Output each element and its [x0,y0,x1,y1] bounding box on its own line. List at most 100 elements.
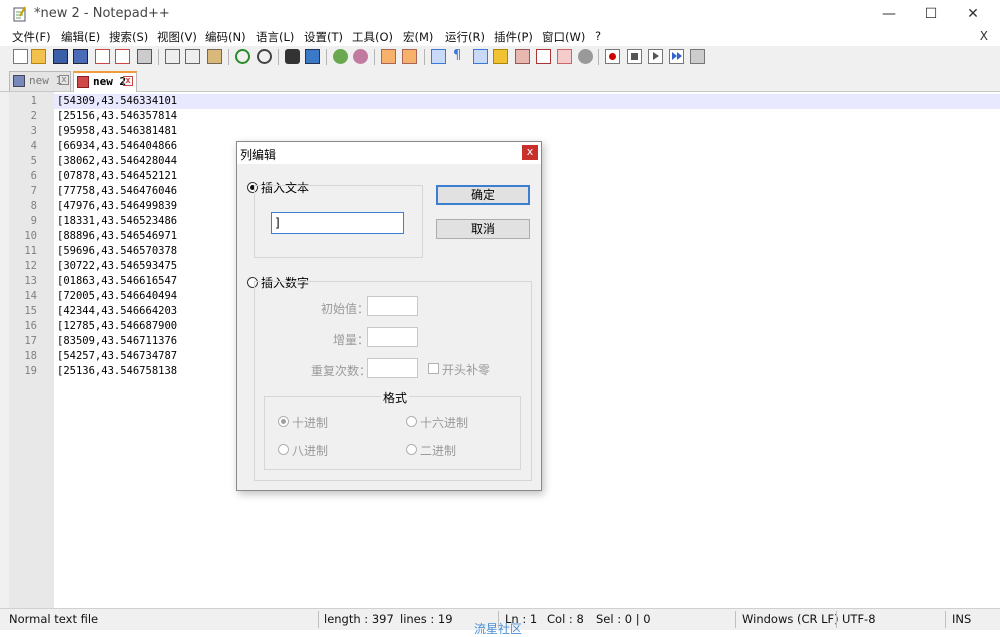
zoom-out-icon[interactable] [353,49,368,64]
line-number: 11 [24,245,37,257]
toolbar-separator [374,49,375,65]
dialog-close-button[interactable]: x [522,145,538,160]
menu-macro[interactable]: 宏(M) [403,29,433,45]
menu-plugins[interactable]: 插件(P) [494,29,533,45]
code-line[interactable]: [72005,43.546640494 [57,289,177,304]
line-number: 10 [24,230,37,242]
monitor-icon[interactable] [578,49,593,64]
tab-close-icon[interactable]: x [123,76,133,86]
code-line[interactable]: [95958,43.546381481 [57,124,177,139]
binary-radio[interactable] [406,444,417,455]
find-icon[interactable] [285,49,300,64]
folder-workspace-icon[interactable] [557,49,572,64]
record-macro-icon[interactable] [605,49,620,64]
cancel-button[interactable]: 取消 [436,219,530,239]
code-line[interactable]: [30722,43.546593475 [57,259,177,274]
code-line[interactable]: [01863,43.546616547 [57,274,177,289]
play-macro-icon[interactable] [648,49,663,64]
menu-run[interactable]: 运行(R) [445,29,485,45]
code-line[interactable]: [47976,43.546499839 [57,199,177,214]
code-line[interactable]: [83509,43.546711376 [57,334,177,349]
close-document-button[interactable]: X [980,29,988,43]
new-file-icon[interactable] [13,49,28,64]
stop-record-icon[interactable] [627,49,642,64]
leading-zero-checkbox[interactable] [428,363,439,374]
maximize-button[interactable]: ☐ [909,0,953,28]
menu-search[interactable]: 搜索(S) [109,29,148,45]
menu-encoding[interactable]: 编码(N) [205,29,246,45]
code-line[interactable]: [42344,43.546664203 [57,304,177,319]
watermark-text: 流星社区 [474,622,523,636]
line-number: 14 [24,290,37,302]
column-editor-dialog: 列编辑 x 插入文本 ] 确定 取消 插入数字 初始值： 增量： 重复次数： 开… [236,141,542,491]
function-list-icon[interactable] [536,49,551,64]
cut-icon[interactable] [165,49,180,64]
undo-icon[interactable] [235,49,250,64]
replace-icon[interactable] [305,49,320,64]
menu-language[interactable]: 语言(L) [256,29,294,45]
status-separator [318,611,319,628]
doc-map-icon[interactable] [515,49,530,64]
run-macro-multiple-icon[interactable] [669,49,684,64]
menu-tools[interactable]: 工具(O) [352,29,393,45]
decimal-radio[interactable] [278,416,289,427]
show-all-chars-icon[interactable]: ¶ [453,49,468,64]
save-macro-icon[interactable] [690,49,705,64]
code-line[interactable]: [66934,43.546404866 [57,139,177,154]
copy-icon[interactable] [185,49,200,64]
saved-file-icon [13,75,25,87]
tab-new-1[interactable]: new 1 x [9,71,71,91]
indent-guide-icon[interactable] [473,49,488,64]
menu-edit[interactable]: 编辑(E) [61,29,100,45]
code-line[interactable]: [07878,43.546452121 [57,169,177,184]
code-line[interactable]: [18331,43.546523486 [57,214,177,229]
line-number: 8 [30,200,37,212]
print-icon[interactable] [137,49,152,64]
sync-vertical-icon[interactable] [381,49,396,64]
code-line[interactable]: [54309,43.546334101 [57,94,177,109]
line-number-gutter: 1 2 3 4 5 6 7 8 9 10 11 12 13 14 15 16 1… [9,92,54,608]
menu-window[interactable]: 窗口(W) [542,29,585,45]
open-file-icon[interactable] [31,49,46,64]
close-all-icon[interactable] [115,49,130,64]
hex-radio[interactable] [406,416,417,427]
tab-new-2[interactable]: new 2 x [73,71,137,92]
menu-view[interactable]: 视图(V) [157,29,197,45]
line-number: 2 [30,110,37,122]
code-line[interactable]: [88896,43.546546971 [57,229,177,244]
udl-icon[interactable] [493,49,508,64]
code-line[interactable]: [25156,43.546357814 [57,109,177,124]
code-line[interactable]: [77758,43.546476046 [57,184,177,199]
insert-text-input[interactable]: ] [271,212,404,234]
save-all-icon[interactable] [73,49,88,64]
minimize-button[interactable]: — [867,0,911,28]
word-wrap-icon[interactable] [431,49,446,64]
menu-file[interactable]: 文件(F) [12,29,51,45]
title-bar: *new 2 - Notepad++ — ☐ ✕ [0,0,1000,28]
close-icon[interactable] [95,49,110,64]
line-number: 17 [24,335,37,347]
ok-button[interactable]: 确定 [436,185,530,205]
initial-number-input[interactable] [367,296,418,316]
close-window-button[interactable]: ✕ [951,0,995,28]
paste-icon[interactable] [207,49,222,64]
save-icon[interactable] [53,49,68,64]
sync-horizontal-icon[interactable] [402,49,417,64]
increment-input[interactable] [367,327,418,347]
toolbar-separator [278,49,279,65]
code-line[interactable]: [38062,43.546428044 [57,154,177,169]
tab-close-icon[interactable]: x [59,75,69,85]
redo-icon[interactable] [257,49,272,64]
octal-radio[interactable] [278,444,289,455]
menu-help[interactable]: ? [595,29,601,43]
zoom-in-icon[interactable] [333,49,348,64]
status-separator [945,611,946,628]
line-number: 7 [30,185,37,197]
code-line[interactable]: [12785,43.546687900 [57,319,177,334]
repeat-input[interactable] [367,358,418,378]
code-line[interactable]: [59696,43.546570378 [57,244,177,259]
code-line[interactable]: [25136,43.546758138 [57,364,177,379]
status-column: Col : 8 [547,612,584,626]
menu-settings[interactable]: 设置(T) [304,29,343,45]
code-line[interactable]: [54257,43.546734787 [57,349,177,364]
